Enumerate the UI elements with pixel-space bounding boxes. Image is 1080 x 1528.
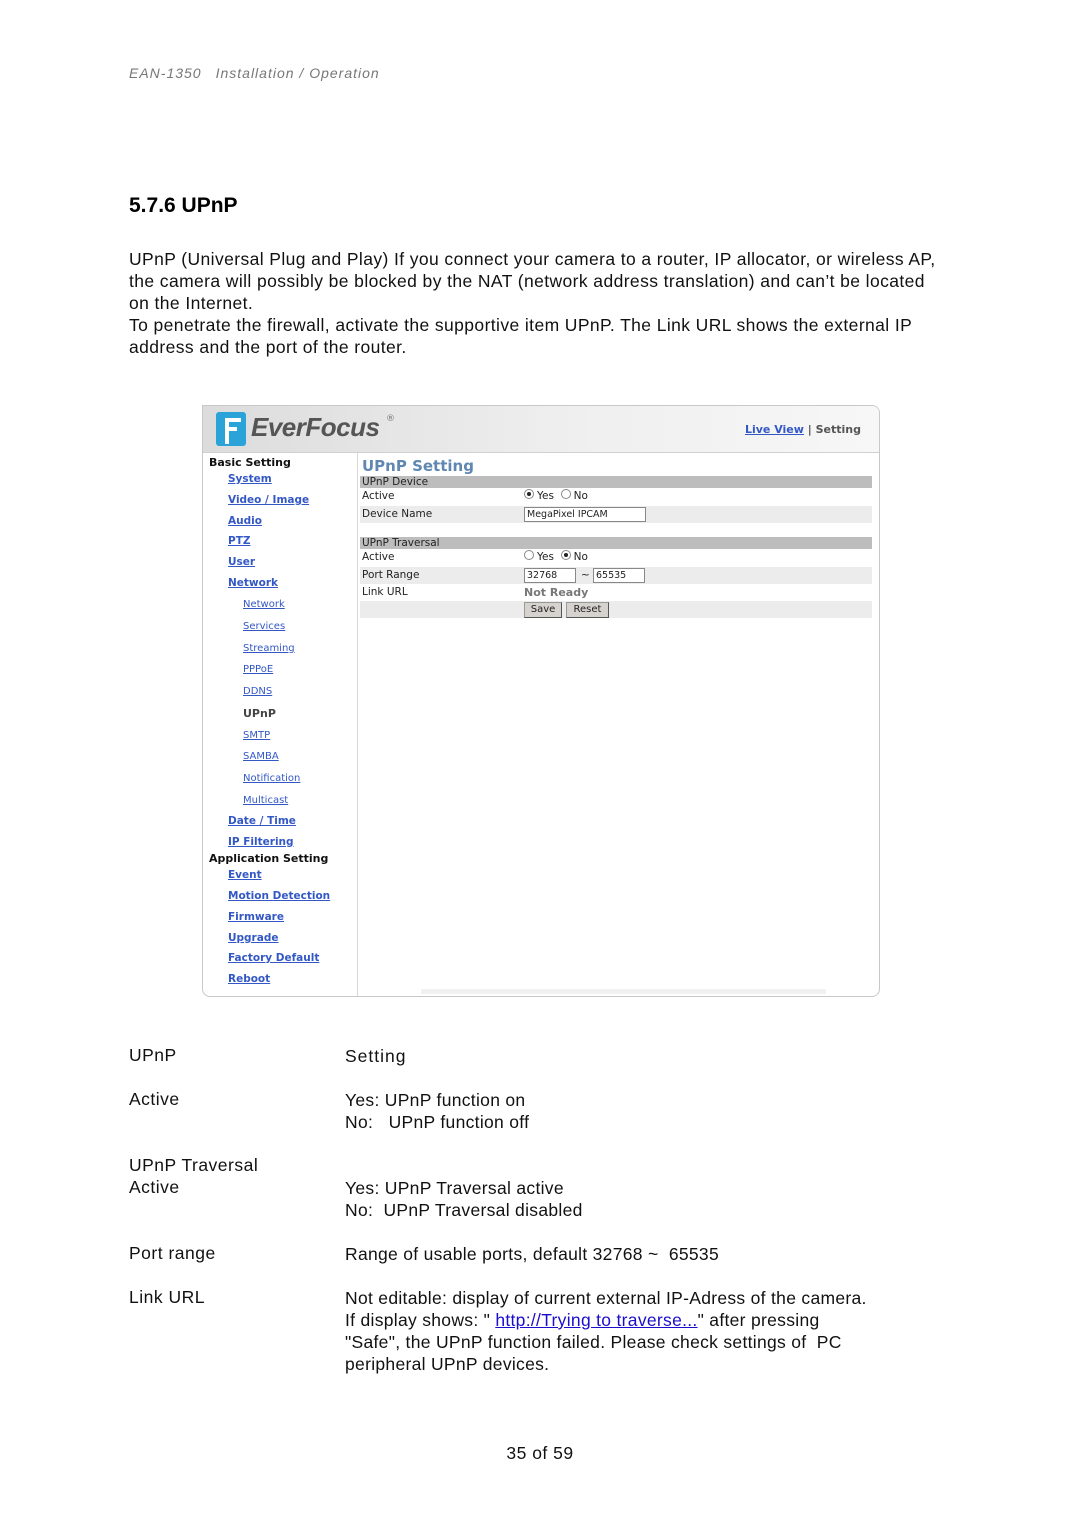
nav-separator: |: [807, 423, 812, 436]
no-label: No: [573, 490, 588, 502]
traverse-link[interactable]: http://Trying to traverse...: [495, 1310, 697, 1330]
port-separator: ~: [581, 569, 590, 581]
application-setting-heading: Application Setting: [209, 852, 329, 865]
def-link-line4: peripheral UPnP devices.: [345, 1354, 550, 1374]
page-number: 35 of 59: [506, 1443, 574, 1463]
def-traversal-active-term: Active: [129, 1177, 180, 1197]
reset-button[interactable]: Reset: [566, 602, 609, 618]
sidebar-sub-services[interactable]: Services: [243, 621, 285, 632]
live-view-link[interactable]: Live View: [745, 423, 804, 436]
sidebar-sub-pppoe[interactable]: PPPoE: [243, 664, 273, 675]
def-traversal-term: UPnP Traversal: [129, 1155, 259, 1175]
no-label: No: [573, 551, 588, 563]
sidebar-sub-samba[interactable]: SAMBA: [243, 751, 279, 762]
sidebar-item-user[interactable]: User: [228, 556, 255, 568]
device-name-input[interactable]: MegaPixel IPCAM: [524, 507, 646, 522]
brand-name: EverFocus: [251, 412, 380, 442]
save-button[interactable]: Save: [524, 602, 562, 618]
intro-paragraph: UPnP (Universal Plug and Play) If you co…: [129, 249, 936, 313]
setting-link[interactable]: Setting: [816, 423, 861, 436]
sidebar-sub-streaming[interactable]: Streaming: [243, 643, 295, 654]
def-port-term: Port range: [129, 1243, 216, 1263]
device-active-options: Yes No: [524, 488, 588, 505]
def-link-line2: If display shows: " http://Trying to tra…: [345, 1309, 820, 1331]
sidebar-item-event[interactable]: Event: [228, 869, 262, 881]
sidebar-item-factory-default[interactable]: Factory Default: [228, 952, 319, 964]
sidebar-item-firmware[interactable]: Firmware: [228, 911, 284, 923]
traversal-active-label: Active: [362, 551, 395, 563]
sidebar-item-motion-detection[interactable]: Motion Detection: [228, 890, 330, 902]
def-traversal-no: No: UPnP Traversal disabled: [345, 1200, 583, 1220]
section-title: 5.7.6 UPnP: [129, 194, 238, 217]
app-banner: EverFocus ® Live View | Setting: [203, 406, 879, 453]
form-actions-row: Save Reset: [360, 601, 872, 618]
sidebar-item-video-image[interactable]: Video / Image: [228, 494, 309, 506]
sidebar-item-audio[interactable]: Audio: [228, 515, 262, 527]
sidebar-item-ptz[interactable]: PTZ: [228, 535, 250, 547]
def-link-line1: Not editable: display of current externa…: [345, 1288, 867, 1308]
def-head-term: UPnP: [129, 1045, 177, 1065]
sidebar-sub-upnp-current: UPnP: [243, 707, 276, 720]
sidebar-item-ip-filtering[interactable]: IP Filtering: [228, 836, 294, 848]
sidebar-item-network[interactable]: Network: [228, 577, 278, 589]
sidebar-sub-network[interactable]: Network: [243, 599, 285, 610]
intro-text: UPnP (Universal Plug and Play) If you co…: [129, 248, 949, 358]
sidebar-sub-smtp[interactable]: SMTP: [243, 730, 270, 741]
traversal-active-no-radio[interactable]: [560, 550, 571, 560]
page-header: EAN-1350 Installation / Operation: [129, 65, 380, 81]
def-active-no: No: UPnP function off: [345, 1112, 530, 1132]
text: If display shows: ": [345, 1310, 496, 1330]
device-active-no-radio[interactable]: [560, 489, 571, 499]
def-link-line3: "Safe", the UPnP function failed. Please…: [345, 1332, 842, 1352]
text: " after pressing: [697, 1310, 820, 1330]
traversal-active-options: Yes No: [524, 549, 588, 566]
sidebar-sub-notification[interactable]: Notification: [243, 773, 300, 784]
sidebar: Basic Setting System Video / Image Audio…: [203, 453, 358, 996]
device-name-row: Device Name MegaPixel IPCAM: [360, 506, 872, 523]
doc-id: EAN-1350: [129, 65, 202, 81]
sidebar-item-date-time[interactable]: Date / Time: [228, 815, 296, 827]
sidebar-sub-ddns[interactable]: DDNS: [243, 686, 272, 697]
port-from-input[interactable]: 32768: [524, 568, 576, 583]
port-range-label: Port Range: [362, 569, 420, 581]
yes-label: Yes: [537, 551, 554, 563]
def-traversal-yes: Yes: UPnP Traversal active: [345, 1178, 564, 1198]
sidebar-item-upgrade[interactable]: Upgrade: [228, 932, 278, 944]
def-head-value: Setting: [345, 1046, 407, 1066]
everfocus-logo-icon: [216, 412, 246, 446]
port-to-input[interactable]: 65535: [593, 568, 645, 583]
upnp-traversal-section: UPnP Traversal: [360, 537, 872, 549]
basic-setting-heading: Basic Setting: [209, 456, 291, 469]
traversal-active-yes-radio[interactable]: [524, 550, 534, 560]
device-name-label: Device Name: [362, 508, 433, 520]
horizontal-scrollbar[interactable]: [421, 989, 826, 994]
doc-title: Installation / Operation: [215, 65, 380, 81]
upnp-settings-screenshot: EverFocus ® Live View | Setting Basic Se…: [202, 405, 880, 997]
def-port-value: Range of usable ports, default 32768 ~ 6…: [345, 1244, 719, 1264]
def-link-term: Link URL: [129, 1287, 205, 1307]
registered-mark: ®: [386, 414, 395, 424]
form-title: UPnP Setting: [362, 457, 474, 475]
device-active-label: Active: [362, 490, 395, 502]
intro-paragraph: To penetrate the firewall, activate the …: [129, 315, 912, 357]
sidebar-item-reboot[interactable]: Reboot: [228, 973, 270, 985]
sidebar-sub-multicast[interactable]: Multicast: [243, 795, 288, 806]
sidebar-item-system[interactable]: System: [228, 473, 272, 485]
upnp-device-section: UPnP Device: [360, 476, 872, 488]
traversal-active-row: Active Yes No: [360, 549, 872, 566]
link-url-value: Not Ready: [524, 586, 589, 599]
link-url-label: Link URL: [362, 586, 408, 598]
top-nav: Live View | Setting: [745, 423, 861, 436]
def-active-yes: Yes: UPnP function on: [345, 1090, 526, 1110]
port-range-row: Port Range 32768 ~ 65535: [360, 567, 872, 584]
def-active-term: Active: [129, 1089, 180, 1109]
link-url-row: Link URL Not Ready: [360, 584, 872, 601]
yes-label: Yes: [537, 490, 554, 502]
device-active-yes-radio[interactable]: [524, 489, 534, 499]
device-active-row: Active Yes No: [360, 488, 872, 505]
